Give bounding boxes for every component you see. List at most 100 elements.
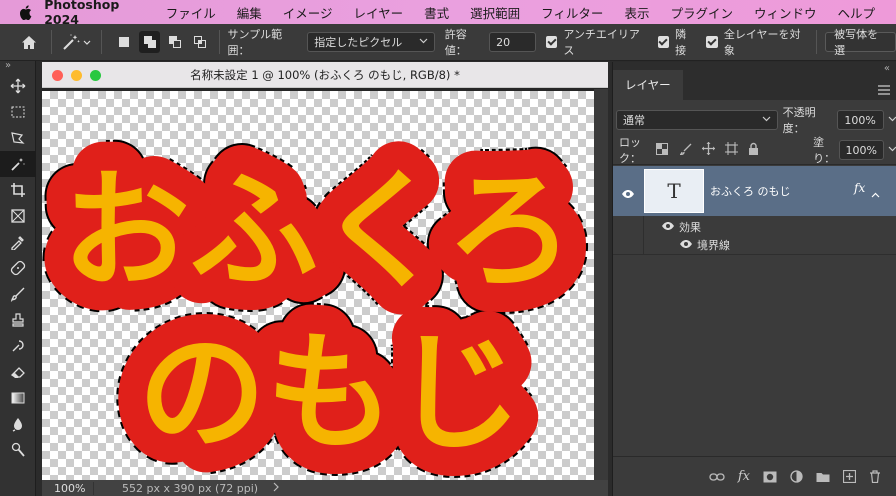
fx-icon[interactable]: fx (854, 181, 865, 195)
canvas[interactable]: おふくろ のもじ おふくろ のもじ おふくろ のもじ (42, 91, 594, 481)
menu-view[interactable]: 表示 (624, 3, 649, 22)
layer-row-text[interactable]: T おふくろ のもじ fx (613, 166, 896, 216)
move-tool-icon[interactable] (0, 73, 36, 99)
magic-wand-icon[interactable] (60, 31, 93, 53)
art-line2-fill: のもじ (138, 319, 522, 468)
collapse-panel-icon[interactable]: « (884, 63, 890, 74)
history-brush-tool-icon[interactable] (0, 333, 36, 359)
collapse-icon[interactable]: » (0, 61, 35, 73)
antialias-label: アンチエイリアス (563, 28, 640, 57)
menu-edit[interactable]: 編集 (237, 3, 262, 22)
menu-plugins[interactable]: プラグイン (670, 3, 733, 22)
lasso-tool-icon[interactable] (0, 125, 36, 151)
effects-row[interactable]: 効果 (661, 219, 701, 235)
gradient-tool-icon[interactable] (0, 385, 36, 411)
delete-layer-icon[interactable] (869, 470, 881, 483)
subtract-selection-icon[interactable] (164, 31, 185, 53)
art-line1-fill: おふくろ (62, 157, 574, 306)
layers-bottom-bar: fx (613, 456, 896, 496)
dodge-tool-icon[interactable] (0, 437, 36, 463)
opacity-value: 100% (844, 113, 876, 127)
new-selection-icon[interactable] (114, 31, 135, 53)
layer-name[interactable]: おふくろ のもじ (710, 183, 791, 199)
minimize-window-icon[interactable] (71, 70, 82, 81)
stroke-effect-row[interactable]: 境界線 (679, 237, 730, 253)
menu-layer[interactable]: レイヤー (354, 3, 404, 22)
fill-input[interactable]: 100% (838, 140, 884, 160)
stroke-effect-label: 境界線 (697, 239, 730, 252)
menu-select[interactable]: 選択範囲 (470, 3, 520, 22)
menu-image[interactable]: イメージ (283, 3, 333, 22)
eraser-tool-icon[interactable] (0, 359, 36, 385)
menu-filter[interactable]: フィルター (541, 3, 603, 22)
document-info: 552 px x 390 px (72 ppi) (122, 481, 259, 495)
fill-label: 塗り： (813, 136, 836, 165)
canvas-area[interactable]: おふくろ のもじ おふくろ のもじ おふくろ のもじ (42, 89, 608, 481)
lock-position-icon[interactable] (702, 142, 716, 158)
status-bar: 100% 552 px x 390 px (72 ppi) (42, 480, 608, 496)
add-mask-icon[interactable] (763, 471, 777, 483)
frame-tool-icon[interactable] (0, 203, 36, 229)
brush-tool-icon[interactable] (0, 281, 36, 307)
eye-icon[interactable] (621, 184, 635, 203)
lock-pixels-icon[interactable] (679, 143, 692, 158)
tolerance-label: 許容値： (444, 28, 467, 57)
link-layers-icon[interactable] (709, 472, 725, 482)
marquee-tool-icon[interactable] (0, 99, 36, 125)
intersect-selection-icon[interactable] (189, 31, 210, 53)
chevron-down-icon (419, 36, 428, 49)
close-window-icon[interactable] (52, 70, 63, 81)
document-titlebar: 名称未設定 1 @ 100% (おふくろ のもじ, RGB/8) * (42, 62, 608, 88)
art-text-group: おふくろ のもじ おふくろ のもじ おふくろ のもじ (42, 126, 594, 481)
lock-transparency-icon[interactable] (656, 142, 669, 158)
select-subject-button[interactable]: 被写体を選 (825, 28, 896, 57)
eye-icon[interactable] (679, 239, 693, 252)
menu-file[interactable]: ファイル (166, 3, 216, 22)
divider (613, 164, 896, 165)
eyedropper-tool-icon[interactable] (0, 229, 36, 255)
tolerance-input[interactable]: 20 (489, 32, 536, 52)
vertical-scrollbar[interactable] (594, 89, 608, 496)
chevron-down-icon[interactable] (888, 114, 896, 127)
document-window: 名称未設定 1 @ 100% (おふくろ のもじ, RGB/8) * おふくろ … (42, 62, 608, 496)
opacity-input[interactable]: 100% (837, 110, 884, 130)
new-layer-icon[interactable] (843, 470, 856, 483)
all-layers-checkbox[interactable] (706, 36, 718, 48)
contiguous-checkbox[interactable] (657, 36, 670, 48)
add-selection-icon[interactable] (138, 31, 161, 53)
lock-artboard-icon[interactable] (725, 142, 739, 158)
home-icon[interactable] (18, 31, 39, 53)
zoom-window-icon[interactable] (90, 70, 101, 81)
sample-size-dropdown[interactable]: 指定したピクセル (307, 32, 435, 52)
panel-menu-icon[interactable] (878, 80, 890, 99)
healing-brush-tool-icon[interactable] (0, 255, 36, 281)
menu-bar: Photoshop 2024 ファイル 編集 イメージ レイヤー 書式 選択範囲… (0, 0, 896, 27)
contiguous-label: 隣接 (675, 28, 687, 57)
add-layer-style-icon[interactable]: fx (738, 469, 750, 484)
chevron-right-icon[interactable] (272, 482, 280, 495)
adjustment-layer-icon[interactable] (790, 470, 803, 483)
lock-label: ロック： (619, 136, 641, 165)
chevron-down-icon[interactable] (888, 144, 896, 157)
zoom-level[interactable]: 100% (42, 481, 94, 495)
apple-icon[interactable] (18, 4, 32, 20)
panel-tabs: レイヤー « (613, 62, 896, 100)
app-name[interactable]: Photoshop 2024 (44, 0, 145, 27)
menu-help[interactable]: ヘルプ (837, 3, 875, 22)
chevron-up-icon[interactable] (871, 184, 880, 203)
crop-tool-icon[interactable] (0, 177, 36, 203)
blend-mode-value: 通常 (623, 114, 645, 127)
tab-layers[interactable]: レイヤー (613, 70, 683, 100)
lock-row: ロック： 塗り： 100% (613, 136, 896, 165)
new-group-icon[interactable] (816, 471, 830, 483)
lock-all-icon[interactable] (748, 142, 759, 158)
blend-mode-dropdown[interactable]: 通常 (616, 110, 778, 130)
menu-window[interactable]: ウィンドウ (754, 3, 817, 22)
magic-wand-tool-icon[interactable] (0, 151, 36, 177)
menu-type[interactable]: 書式 (424, 3, 449, 22)
clone-stamp-tool-icon[interactable] (0, 307, 36, 333)
blur-tool-icon[interactable] (0, 411, 36, 437)
eye-icon[interactable] (661, 221, 675, 234)
antialias-checkbox[interactable] (545, 36, 558, 48)
artwork-text-layer[interactable]: おふくろ のもじ おふくろ のもじ おふくろ のもじ (42, 91, 594, 481)
